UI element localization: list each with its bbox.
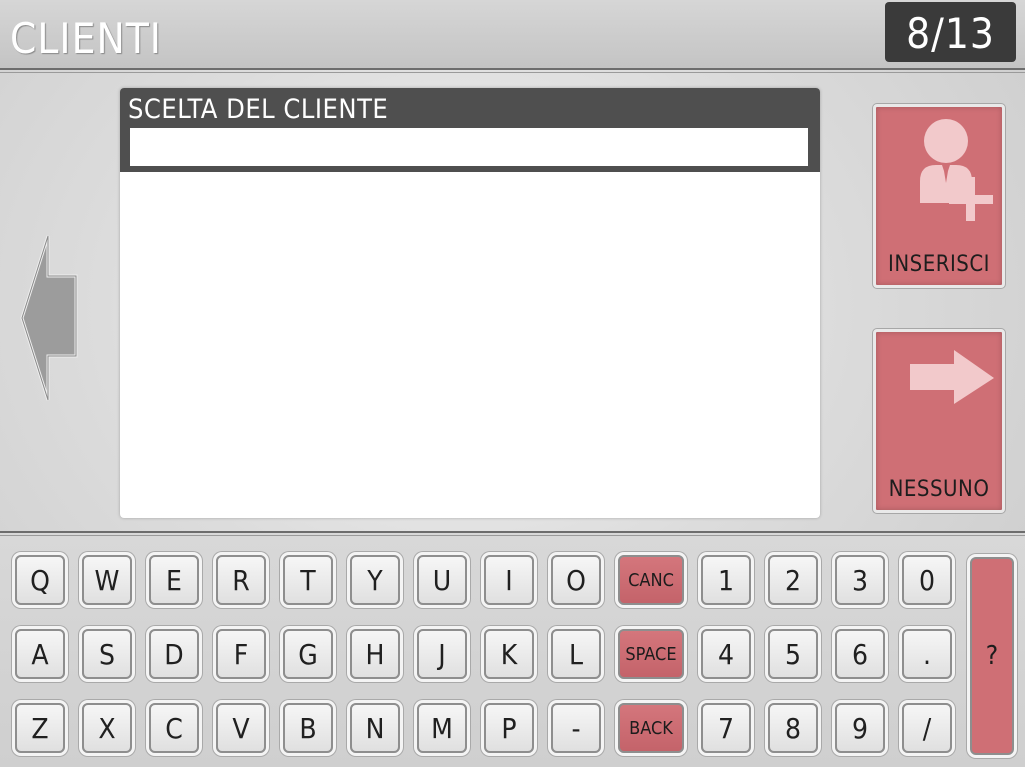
insert-client-label: INSERISCI [887, 252, 991, 277]
key-9[interactable]: 9 [835, 703, 885, 753]
client-panel-header: SCELTA DEL CLIENTE [120, 88, 820, 172]
header-divider [0, 68, 1025, 70]
key-m[interactable]: M [417, 703, 467, 753]
prev-page-button[interactable] [18, 232, 82, 404]
key-w[interactable]: W [82, 555, 132, 605]
keyboard-divider-secondary [0, 535, 1025, 536]
key-o[interactable]: O [551, 555, 601, 605]
key-i[interactable]: I [484, 555, 534, 605]
key-g[interactable]: G [283, 629, 333, 679]
key-s[interactable]: S [82, 629, 132, 679]
header-bar: CLIENTI 8/13 [0, 0, 1025, 68]
key-1[interactable]: 1 [701, 555, 751, 605]
client-panel-title: SCELTA DEL CLIENTE [128, 94, 389, 125]
key-slash[interactable]: / [902, 703, 952, 753]
header-divider-secondary [0, 72, 1025, 73]
key-h[interactable]: H [350, 629, 400, 679]
key-l[interactable]: L [551, 629, 601, 679]
no-client-label: NESSUNO [888, 477, 990, 502]
key-6[interactable]: 6 [835, 629, 885, 679]
key-back[interactable]: BACK [618, 703, 684, 753]
key-5[interactable]: 5 [768, 629, 818, 679]
key-c[interactable]: C [149, 703, 199, 753]
key-z[interactable]: Z [15, 703, 65, 753]
keyboard-divider [0, 531, 1025, 533]
key-e[interactable]: E [149, 555, 199, 605]
client-results-list[interactable] [120, 172, 820, 518]
key-space[interactable]: SPACE [618, 629, 684, 679]
key-0[interactable]: 0 [902, 555, 952, 605]
key-p[interactable]: P [484, 703, 534, 753]
help-key[interactable]: ? [970, 557, 1014, 755]
key-y[interactable]: Y [350, 555, 400, 605]
key-dash[interactable]: - [551, 703, 601, 753]
key-x[interactable]: X [82, 703, 132, 753]
key-a[interactable]: A [15, 629, 65, 679]
key-q[interactable]: Q [15, 555, 65, 605]
client-search-input[interactable] [130, 128, 808, 166]
key-f[interactable]: F [216, 629, 266, 679]
page-title: CLIENTI [10, 14, 162, 63]
key-b[interactable]: B [283, 703, 333, 753]
step-counter: 8/13 [885, 2, 1016, 62]
add-user-icon [920, 119, 993, 221]
key-v[interactable]: V [216, 703, 266, 753]
key-u[interactable]: U [417, 555, 467, 605]
left-arrow-icon [20, 235, 78, 401]
key-j[interactable]: J [417, 629, 467, 679]
key-r[interactable]: R [216, 555, 266, 605]
key-k[interactable]: K [484, 629, 534, 679]
key-canc[interactable]: CANC [618, 555, 684, 605]
key-period[interactable]: . [902, 629, 952, 679]
key-2[interactable]: 2 [768, 555, 818, 605]
client-selection-panel: SCELTA DEL CLIENTE [120, 88, 820, 518]
key-8[interactable]: 8 [768, 703, 818, 753]
key-3[interactable]: 3 [835, 555, 885, 605]
key-7[interactable]: 7 [701, 703, 751, 753]
key-t[interactable]: T [283, 555, 333, 605]
right-arrow-icon [910, 350, 994, 404]
key-n[interactable]: N [350, 703, 400, 753]
key-d[interactable]: D [149, 629, 199, 679]
insert-client-button[interactable]: INSERISCI [873, 104, 1005, 288]
no-client-button[interactable]: NESSUNO [873, 329, 1005, 513]
key-4[interactable]: 4 [701, 629, 751, 679]
